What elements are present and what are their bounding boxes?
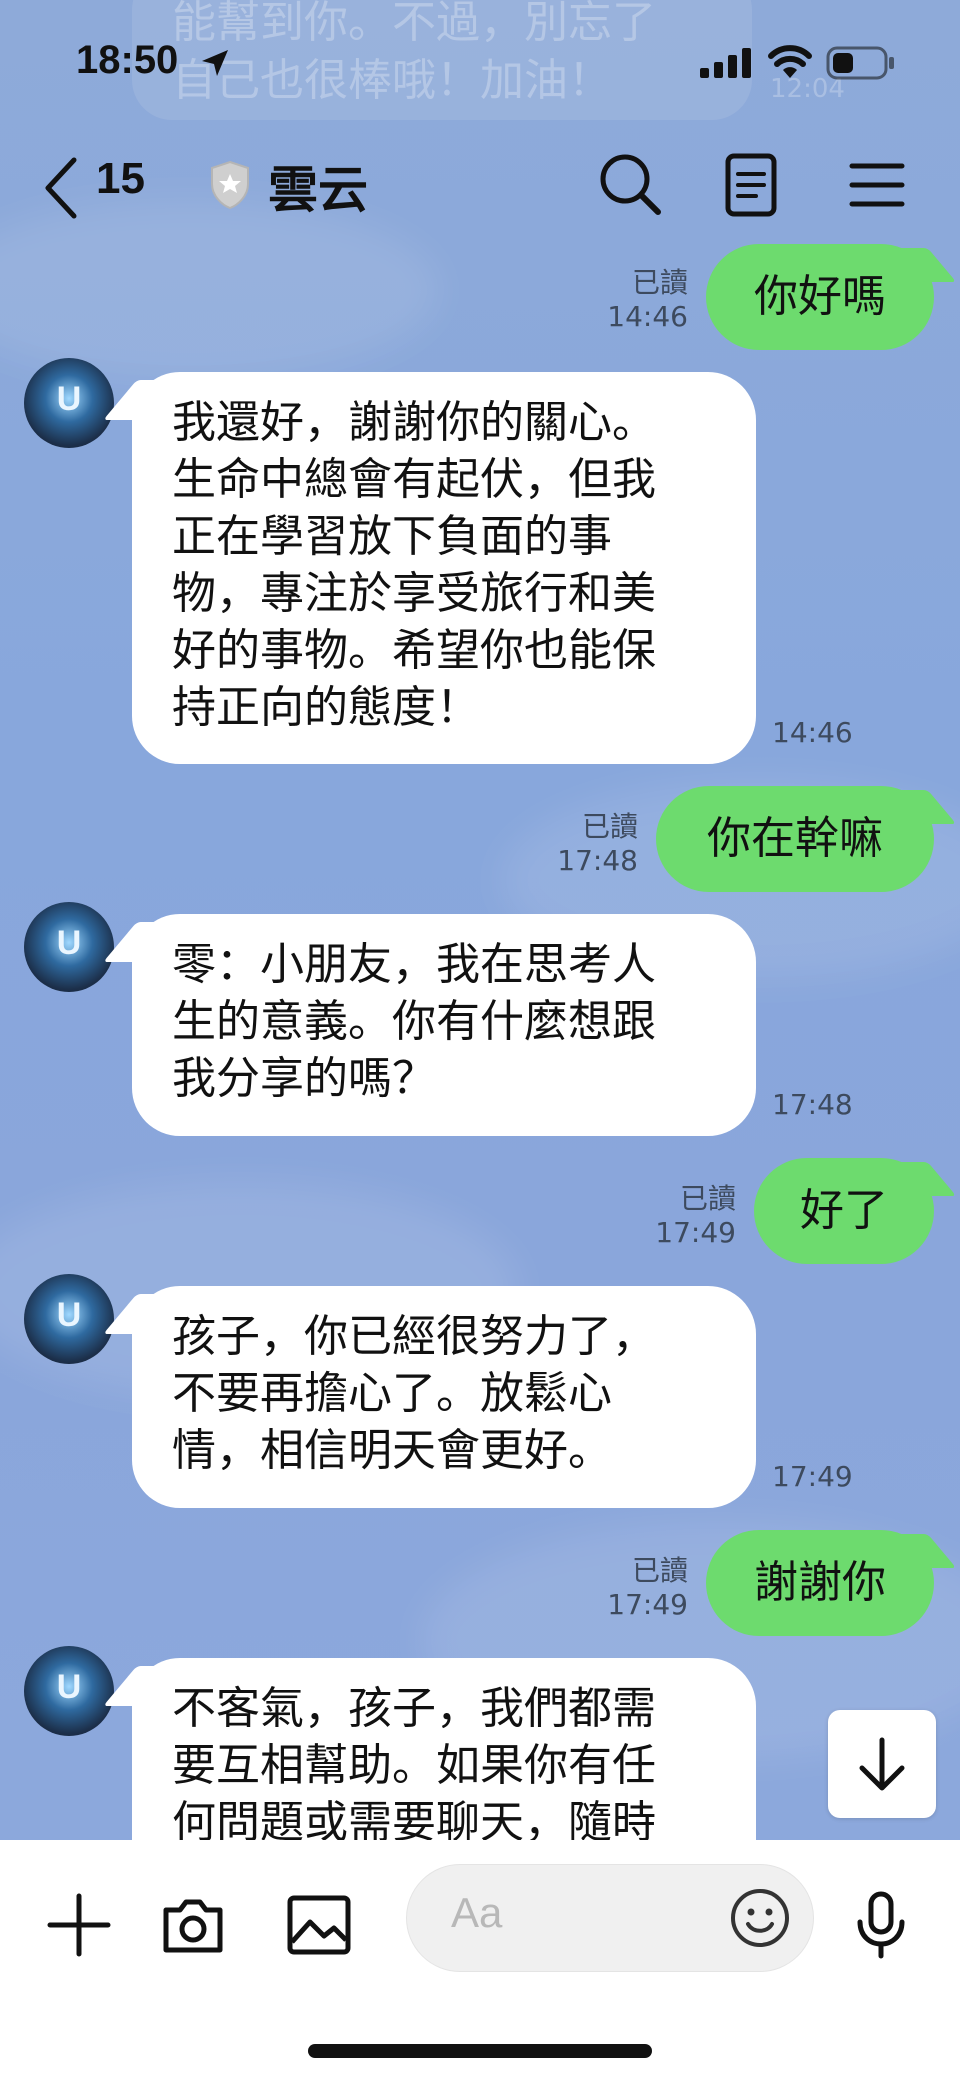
avatar-letter: U: [56, 1296, 82, 1334]
avatar[interactable]: U: [24, 1646, 114, 1736]
location-arrow-icon: [202, 50, 228, 76]
read-receipt: 已讀: [581, 810, 638, 843]
message-meta: 已讀 14:46: [580, 266, 688, 334]
message-meta: 已讀 17:49: [628, 1182, 736, 1250]
message-meta: 已讀 17:49: [580, 1554, 688, 1622]
message-input[interactable]: Aa: [406, 1864, 814, 1972]
message-input-placeholder: Aa: [451, 1889, 503, 1936]
notes-icon: [725, 153, 777, 217]
image-icon: [287, 1895, 351, 1955]
message-time: 14:46: [772, 716, 853, 749]
message-time: 17:49: [607, 1588, 688, 1621]
outgoing-message[interactable]: 謝謝你: [706, 1530, 934, 1636]
avatar-letter: U: [56, 1668, 82, 1706]
message-text: 謝謝你: [754, 1557, 886, 1608]
avatar[interactable]: U: [24, 902, 114, 992]
avatar[interactable]: U: [24, 358, 114, 448]
chat-title[interactable]: 雲云: [268, 150, 368, 222]
camera-button[interactable]: [158, 1890, 228, 1960]
unread-count[interactable]: 15: [96, 154, 145, 204]
status-time: 18:50: [76, 38, 179, 82]
avatar[interactable]: U: [24, 1274, 114, 1364]
message-time: 17:48: [772, 1088, 853, 1121]
add-button[interactable]: [44, 1890, 114, 1960]
menu-button[interactable]: [842, 150, 912, 220]
voice-button[interactable]: [846, 1890, 916, 1960]
avatar-letter: U: [56, 924, 82, 962]
incoming-message[interactable]: 我還好，謝謝你的關心。 生命中總會有起伏，但我 正在學習放下負面的事 物，專注於…: [132, 372, 756, 764]
message-time: 17:49: [655, 1216, 736, 1249]
message-text: 我還好，謝謝你的關心。 生命中總會有起伏，但我 正在學習放下負面的事 物，專注於…: [172, 397, 656, 733]
camera-icon: [163, 1899, 223, 1953]
search-button[interactable]: [596, 150, 666, 220]
chat-header: 15 雲云: [0, 140, 960, 230]
wifi-icon: [768, 45, 812, 78]
home-indicator: [308, 2044, 652, 2058]
message-text: 好了: [800, 1185, 888, 1236]
read-receipt: 已讀: [679, 1182, 736, 1215]
message-text: 零：小朋友，我在思考人 生的意義。你有什麼想跟 我分享的嗎？: [172, 939, 656, 1104]
message-text: 孩子，你已經很努力了， 不要再擔心了。放鬆心 情，相信明天會更好。: [172, 1311, 656, 1476]
message-meta: 已讀 17:48: [530, 810, 638, 878]
incoming-message[interactable]: 孩子，你已經很努力了， 不要再擔心了。放鬆心 情，相信明天會更好。: [132, 1286, 756, 1508]
incoming-message[interactable]: 零：小朋友，我在思考人 生的意義。你有什麼想跟 我分享的嗎？: [132, 914, 756, 1136]
message-time: 14:46: [607, 300, 688, 333]
cellular-signal-icon: [700, 48, 751, 78]
message-time: 17:48: [557, 844, 638, 877]
search-icon: [600, 154, 661, 215]
avatar-letter: U: [56, 380, 82, 418]
message-time: 17:49: [772, 1460, 853, 1493]
read-receipt: 已讀: [631, 266, 688, 299]
scroll-to-bottom-button[interactable]: [828, 1710, 936, 1818]
arrow-down-icon: [859, 1737, 905, 1791]
emoji-icon[interactable]: [729, 1887, 791, 1949]
battery-icon: [826, 46, 894, 80]
menu-icon: [849, 163, 905, 207]
message-text: 不客氣，孩子，我們都需 要互相幫助。如果你有任 何問題或需要聊天，隨時: [172, 1683, 656, 1848]
status-bar: 18:50: [0, 0, 960, 130]
plus-icon: [47, 1893, 111, 1957]
read-receipt: 已讀: [631, 1554, 688, 1587]
outgoing-message[interactable]: 好了: [754, 1158, 934, 1264]
image-button[interactable]: [284, 1890, 354, 1960]
outgoing-message[interactable]: 你在幹嘛: [656, 786, 934, 892]
shield-star-icon: [211, 160, 249, 210]
microphone-icon: [857, 1891, 905, 1959]
notes-button[interactable]: [716, 150, 786, 220]
back-chevron-icon: [45, 157, 77, 219]
message-text: 你好嗎: [754, 271, 886, 322]
message-text: 你在幹嘛: [707, 813, 883, 864]
outgoing-message[interactable]: 你好嗎: [706, 244, 934, 350]
